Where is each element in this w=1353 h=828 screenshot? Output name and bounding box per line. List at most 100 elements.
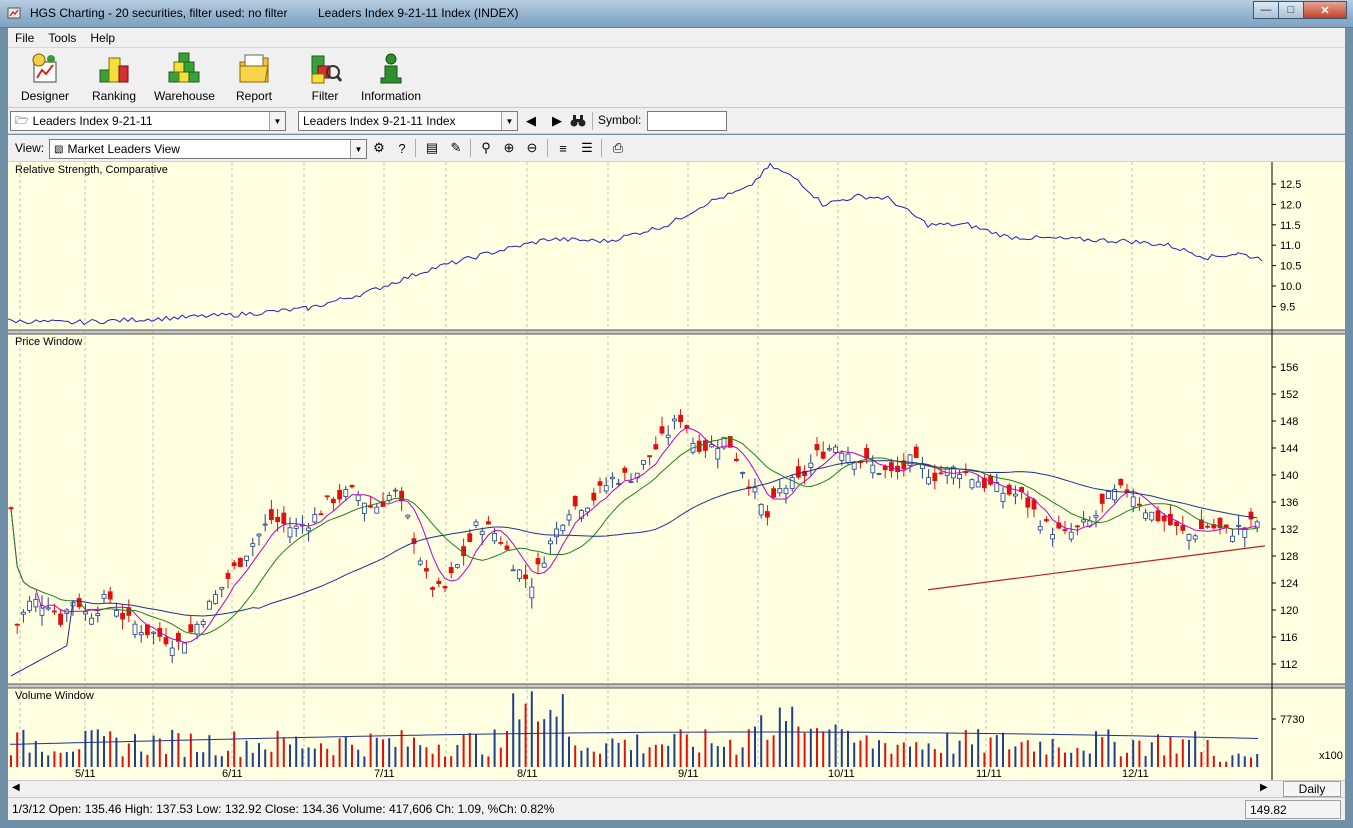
price-candle (107, 591, 113, 600)
price-candle (765, 511, 770, 518)
rs-tick-label: 11.5 (1280, 220, 1301, 232)
price-candle (808, 462, 814, 468)
price-tick-label: 112 (1280, 659, 1298, 671)
price-candle (820, 451, 826, 459)
price-candle (1037, 526, 1043, 531)
price-candle (529, 586, 535, 599)
warehouse-button[interactable]: Warehouse (154, 52, 215, 103)
price-candle (622, 467, 628, 473)
menu-file[interactable]: File (8, 31, 41, 45)
title-bar: HGS Charting - 20 securities, filter use… (0, 0, 1353, 28)
price-candle (330, 498, 336, 504)
menu-help[interactable]: Help (83, 31, 122, 45)
next-security-icon[interactable]: ▶ (548, 112, 566, 130)
price-candle (83, 611, 88, 615)
rs-tick-label: 9.5 (1280, 301, 1295, 313)
designer-button[interactable]: Designer (21, 52, 69, 103)
price-candle (659, 426, 665, 434)
minimize-button[interactable]: — (1253, 1, 1279, 19)
ranking-button[interactable]: Ranking (92, 52, 136, 103)
price-candle (1180, 525, 1186, 531)
menu-bar: File Tools Help (8, 28, 1345, 48)
price-candle (672, 418, 677, 422)
view-select[interactable]: ▧ Market Leaders View ▼ (49, 139, 367, 159)
price-candle (268, 509, 274, 521)
list-icon[interactable]: ☰ (578, 139, 596, 157)
price-candle (442, 586, 448, 589)
previous-security-icon[interactable]: ◀ (522, 112, 540, 130)
price-candle (188, 624, 194, 633)
price-candle (206, 600, 212, 610)
help-question-icon[interactable]: ? (393, 139, 411, 157)
edit-chart-icon[interactable]: ✎ (447, 139, 465, 157)
price-candle (1068, 531, 1074, 540)
price-tick-label: 132 (1280, 524, 1298, 536)
chevron-down-icon[interactable]: ▼ (350, 140, 366, 158)
price-candle (1205, 525, 1210, 528)
status-ohlc-text: 1/3/12 Open: 135.46 High: 137.53 Low: 13… (12, 802, 555, 816)
price-candle (1149, 511, 1155, 521)
chevron-down-icon[interactable]: ▼ (269, 112, 285, 130)
period-tab-daily[interactable]: Daily (1283, 781, 1341, 797)
date-tick-label: 10/11 (828, 768, 855, 780)
price-candle (603, 485, 609, 492)
price-candle (355, 494, 361, 501)
price-candle (777, 488, 783, 494)
time-scrollbar[interactable]: ◀ ▶ Daily (8, 780, 1345, 797)
price-candle (895, 465, 900, 473)
scroll-left-icon[interactable]: ◀ (12, 782, 20, 793)
chart-view-icon: ▧ (54, 143, 64, 155)
scroll-right-icon[interactable]: ▶ (1260, 782, 1268, 793)
rs-tick-label: 10.0 (1280, 281, 1301, 293)
price-candle (1099, 493, 1105, 504)
chart-canvas[interactable]: 5/11 6/11 7/11 8/11 9/11 10/11 11/11 12/11 12.5 1… (7, 162, 1345, 780)
zoom-out-icon[interactable]: ⊖ (523, 139, 541, 157)
pane-divider (8, 684, 1345, 688)
folder-select[interactable]: 🗁 Leaders Index 9-21-11 ▼ (10, 111, 286, 131)
price-candle (1174, 521, 1179, 526)
rs-tick-label: 12.5 (1280, 179, 1301, 191)
chart-area[interactable]: 5/11 6/11 7/11 8/11 9/11 10/11 11/11 12/11 12.5 1… (7, 162, 1345, 780)
zoom-in-icon[interactable]: ⊕ (500, 139, 518, 157)
price-candle (374, 506, 380, 514)
price-candle (715, 448, 721, 460)
price-candle (1093, 514, 1099, 518)
symbol-input[interactable] (647, 111, 727, 131)
filter-button[interactable]: Filter (308, 52, 342, 103)
compress-icon[interactable]: ≡ (554, 139, 572, 157)
security-select[interactable]: Leaders Index 9-21-11 Index ▼ (298, 111, 518, 131)
price-candle (1025, 497, 1031, 508)
information-icon (380, 53, 402, 84)
properties-icon[interactable]: ▤ (423, 139, 441, 157)
price-candle (734, 458, 739, 461)
folder-icon: 🗁 (15, 114, 29, 127)
price-candle (1013, 493, 1018, 497)
close-button[interactable]: ✕ (1303, 1, 1347, 19)
chevron-down-icon[interactable]: ▼ (501, 112, 517, 130)
price-candle (1118, 478, 1124, 486)
app-icon (7, 7, 21, 19)
price-candle (287, 527, 293, 538)
view-settings-icon[interactable]: ⚙ (370, 139, 388, 157)
report-button[interactable]: Report (236, 52, 272, 103)
price-candle (1000, 492, 1006, 503)
menu-tools[interactable]: Tools (41, 31, 83, 45)
report-icon (239, 54, 269, 83)
price-candle (957, 474, 962, 480)
maximize-button[interactable]: □ (1278, 1, 1304, 19)
price-candle (138, 632, 144, 636)
information-button[interactable]: Information (361, 52, 421, 103)
volume-tick-label: 7730 (1280, 714, 1304, 726)
zoom-icon[interactable]: ⚲ (477, 139, 495, 157)
print-icon[interactable]: ⎙ (609, 139, 627, 157)
separator (547, 139, 548, 157)
price-candle (560, 524, 566, 532)
price-candle (516, 569, 522, 580)
price-candle (938, 472, 944, 475)
price-tick-label: 124 (1280, 578, 1298, 590)
binoculars-icon[interactable] (569, 112, 587, 130)
price-candle (1168, 513, 1173, 526)
price-candle (1143, 512, 1148, 519)
designer-label: Designer (21, 89, 70, 103)
price-tick-label: 144 (1280, 443, 1298, 455)
